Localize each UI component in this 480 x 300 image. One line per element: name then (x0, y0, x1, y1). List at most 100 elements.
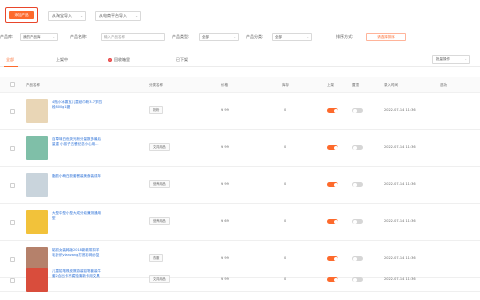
product-name-link[interactable]: 儿童铅笔橡皮擦游装铅笔套装牛套2合出卡不腐蚀清新卡用文具 (52, 269, 102, 279)
row-checkbox[interactable] (10, 278, 15, 283)
header-category: 分类名称 (149, 83, 163, 87)
toggle-knob (352, 277, 357, 282)
chevron-down-icon: ⌄ (135, 14, 138, 18)
product-name-link[interactable]: 大型中型小型大成分幼兼测通用型 (52, 211, 102, 221)
stock-value: 0 (284, 182, 287, 186)
header-online: 上架 (327, 83, 334, 87)
tab-recycle[interactable]: ! 回收箱里 (108, 57, 130, 63)
stock-value: 0 (284, 219, 287, 223)
pinned-toggle[interactable] (352, 277, 363, 282)
row-checkbox[interactable] (10, 220, 15, 225)
header-time: 录入时间 (384, 83, 398, 87)
header-action: 选功 (440, 83, 447, 87)
category-label: 产品分类: (246, 34, 264, 39)
import-platform-button[interactable]: 从电商平台导入 ⌄ (95, 11, 141, 21)
batch-action-select[interactable]: 批量操作 ⌄ (432, 55, 470, 64)
product-thumbnail[interactable] (26, 173, 48, 197)
product-name-link[interactable]: 脂肪小萌白胶套餐装美食装成年 (52, 174, 102, 179)
product-name-link[interactable]: 百草味白色荧光粉分量数多最后量重 小孩子五餐纪念小心用... (52, 137, 102, 147)
library-select[interactable]: 我的产品库 ⌄ (20, 33, 58, 41)
filter-bar: 产品库: 我的产品库 ⌄ 产品名称: 输入产品名称 产品类型: 全部 ⌄ 产品分类:… (0, 30, 480, 44)
pinned-toggle[interactable] (352, 219, 363, 224)
online-toggle[interactable] (327, 182, 338, 187)
stock-value: 0 (284, 108, 287, 112)
toggle-knob (333, 108, 338, 113)
category-tag: 文具用品 (149, 275, 170, 283)
tab-offline[interactable]: 已下架 (176, 57, 188, 63)
price-value: ¥ 69 (221, 219, 229, 223)
created-time: 2022-07-14 11:36 (384, 182, 416, 186)
sort-label: 排序方式: (336, 34, 354, 39)
toggle-knob (333, 256, 338, 261)
import-platform-label: 从电商平台导入 (99, 13, 127, 18)
product-thumbnail[interactable] (26, 136, 48, 160)
sort-value: 请选择排序 (377, 35, 395, 39)
toggle-knob (333, 277, 338, 282)
product-name-label: 产品名称: (70, 34, 88, 39)
pinned-toggle[interactable] (352, 108, 363, 113)
product-name-input[interactable]: 输入产品名称 (101, 33, 165, 41)
chevron-down-icon: ⌄ (306, 35, 309, 39)
pinned-toggle[interactable] (352, 256, 363, 261)
select-all-checkbox[interactable] (10, 82, 15, 87)
pinned-toggle[interactable] (352, 182, 363, 187)
created-time: 2022-07-14 11:36 (384, 256, 416, 260)
toolbar: 添加产品 从淘宝导入 ⌄ 从电商平台导入 ⌄ (0, 0, 480, 26)
product-type-label: 产品类型: (172, 34, 190, 39)
category-select[interactable]: 全部 ⌄ (272, 33, 312, 41)
category-tag: 营养用品 (149, 180, 170, 188)
table-row: 大型中型小型大成分幼兼测通用型 营养用品 ¥ 69 0 2022-07-14 1… (0, 204, 480, 241)
stock-value: 0 (284, 145, 287, 149)
online-toggle[interactable] (327, 145, 338, 150)
online-toggle[interactable] (327, 108, 338, 113)
active-tab-indicator (4, 66, 18, 67)
tab-all[interactable]: 全部 (6, 57, 14, 63)
table-row: 百草味白色荧光粉分量数多最后量重 小孩子五餐纪念小心用... 文具用品 ¥ 99… (0, 130, 480, 167)
stock-value: 0 (284, 256, 287, 260)
toggle-knob (333, 219, 338, 224)
online-toggle[interactable] (327, 219, 338, 224)
chevron-down-icon: ⌄ (52, 35, 55, 39)
import-1688-button[interactable]: 从淘宝导入 ⌄ (48, 11, 86, 21)
product-name-link[interactable]: 4瓶小冰霸瓦儿童纸巾粉3-7岁四段800g1罐 (52, 100, 102, 110)
toggle-knob (352, 182, 357, 187)
sort-select[interactable]: 请选择排序 (366, 33, 406, 41)
tab-recycle-label: 回收箱里 (114, 57, 130, 62)
category-tag: 文具用品 (149, 143, 170, 151)
product-type-select[interactable]: 全部 ⌄ (199, 33, 239, 41)
created-time: 2022-07-14 11:36 (384, 277, 416, 281)
product-thumbnail[interactable] (26, 210, 48, 234)
product-name-placeholder: 输入产品名称 (104, 35, 125, 39)
import-1688-label: 从淘宝导入 (52, 13, 72, 18)
toggle-knob (352, 108, 357, 113)
toggle-knob (352, 219, 357, 224)
category-tag: 衣服 (149, 254, 164, 262)
category-tag: 奶粉 (149, 106, 164, 114)
header-stock: 库存 (282, 83, 289, 87)
row-checkbox[interactable] (10, 109, 15, 114)
toggle-knob (352, 145, 357, 150)
product-thumbnail[interactable] (26, 99, 48, 123)
online-toggle[interactable] (327, 277, 338, 282)
status-tabs: 全部 上架中 ! 回收箱里 已下架 批量操作 ⌄ (0, 53, 480, 67)
product-name-link[interactable]: 韬初女装韩版2018新款带扣羊毛针织vlanzang打底衫网纱复 (52, 248, 102, 258)
table-header: 产品名称 分类名称 价格 库存 上架 置顶 录入时间 选功 (0, 77, 480, 93)
row-checkbox[interactable] (10, 183, 15, 188)
tab-online[interactable]: 上架中 (56, 57, 68, 63)
online-toggle[interactable] (327, 256, 338, 261)
table-row: 儿童铅笔橡皮擦游装铅笔套装牛套2合出卡不腐蚀清新卡用文具 文具用品 ¥ 99 0… (0, 262, 480, 292)
toggle-knob (333, 145, 338, 150)
library-value: 我的产品库 (23, 35, 41, 39)
library-label: 产品库: (0, 34, 14, 39)
row-checkbox[interactable] (10, 146, 15, 151)
stock-value: 0 (284, 277, 287, 281)
product-thumbnail[interactable] (26, 268, 48, 292)
new-product-button[interactable]: 添加产品 (9, 11, 34, 19)
header-price: 价格 (221, 83, 228, 87)
table-row: 脂肪小萌白胶套餐装美食装成年 营养用品 ¥ 99 0 2022-07-14 11… (0, 167, 480, 204)
created-time: 2022-07-14 11:36 (384, 219, 416, 223)
price-value: ¥ 99 (221, 145, 229, 149)
category-value: 全部 (275, 35, 282, 39)
pinned-toggle[interactable] (352, 145, 363, 150)
price-value: ¥ 99 (221, 182, 229, 186)
